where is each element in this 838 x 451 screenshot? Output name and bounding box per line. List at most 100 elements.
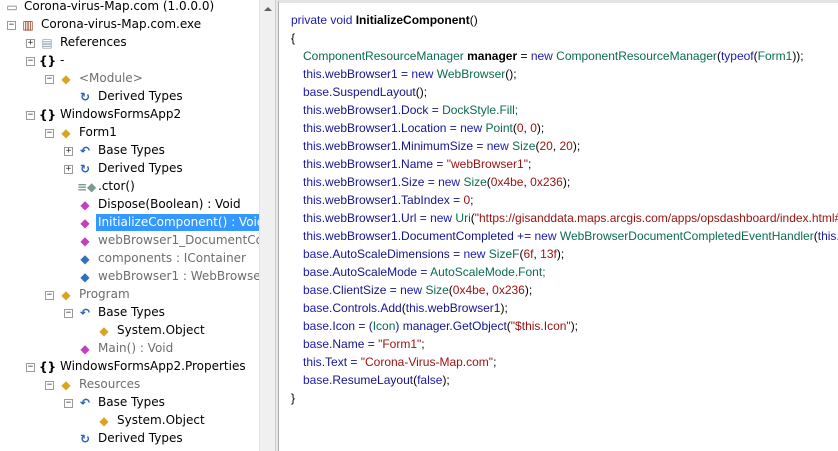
tree-node-label[interactable]: Resources bbox=[77, 376, 142, 393]
tree-node-label[interactable]: InitializeComponent() : Void bbox=[96, 214, 260, 231]
code-token: this bbox=[303, 103, 322, 117]
tree-node-label[interactable]: Corona-virus-Map.com.exe bbox=[39, 16, 203, 33]
tree-node-label[interactable]: Form1 bbox=[77, 124, 119, 141]
tree-node[interactable]: − ◆ Form1 bbox=[0, 124, 260, 142]
code-token: 20 bbox=[559, 139, 573, 153]
tree-node[interactable]: ◆ Dispose(Boolean) : Void bbox=[0, 196, 260, 214]
tree-node-label[interactable]: Program bbox=[77, 286, 132, 303]
code-token: .Font; bbox=[514, 265, 546, 279]
tree-node[interactable]: ◆ System.Object bbox=[0, 322, 260, 340]
tree-node[interactable]: −{} WindowsFormsApp2 bbox=[0, 106, 260, 124]
tree-node[interactable]: −{} WindowsFormsApp2.Properties bbox=[0, 358, 260, 376]
code-token: ; bbox=[470, 193, 474, 207]
tree-node[interactable]: − ◆ Resources bbox=[0, 376, 260, 394]
code-token: 6f bbox=[523, 247, 534, 261]
tree-node[interactable]: − ↶ Base Types bbox=[0, 394, 260, 412]
collapse-icon[interactable]: − bbox=[45, 129, 54, 138]
collapse-icon[interactable]: − bbox=[26, 111, 35, 120]
collapse-icon[interactable]: − bbox=[45, 75, 54, 84]
collapse-icon[interactable]: − bbox=[64, 399, 73, 408]
tree-node-label[interactable]: System.Object bbox=[115, 412, 207, 429]
base-types-icon: ↶ bbox=[79, 144, 91, 158]
code-token: Form1 bbox=[757, 49, 793, 63]
tree-node-label[interactable]: Base Types bbox=[96, 142, 167, 159]
tree-node[interactable]: ◆ components : IContainer bbox=[0, 250, 260, 268]
collapse-icon[interactable]: − bbox=[64, 309, 73, 318]
tree-node[interactable]: ◆ webBrowser1_DocumentCom bbox=[0, 232, 260, 250]
tree-node-label[interactable]: .ctor() bbox=[96, 178, 137, 195]
code-token: "Corona-Virus-Map.com" bbox=[360, 355, 494, 369]
code-token: ; bbox=[527, 157, 532, 171]
code-token: this bbox=[303, 157, 322, 171]
collapse-icon[interactable]: − bbox=[7, 21, 16, 30]
tree-node[interactable]: ≡◆ .ctor() bbox=[0, 178, 260, 196]
tree-node-label[interactable]: Derived Types bbox=[96, 430, 185, 447]
decompiled-code-view: private void InitializeComponent() {Compo… bbox=[278, 0, 838, 451]
tree-node-label[interactable]: WindowsFormsApp2.Properties bbox=[58, 358, 248, 375]
code-token: ); bbox=[562, 175, 571, 189]
tree-node-label[interactable]: WindowsFormsApp2 bbox=[58, 106, 183, 123]
tree-node-label[interactable]: <Module> bbox=[77, 70, 145, 87]
tree-node-label[interactable]: References bbox=[58, 34, 129, 51]
collapse-icon[interactable]: − bbox=[45, 381, 54, 390]
tree-node[interactable]: + ▤ References bbox=[0, 34, 260, 52]
tree-node-label[interactable]: webBrowser1 : WebBrowser bbox=[96, 268, 260, 285]
tree-node[interactable]: − ↶ Base Types bbox=[0, 304, 260, 322]
code-token: base bbox=[303, 265, 330, 279]
tree-node[interactable]: ▭ Corona-virus-Map.com (1.0.0.0) bbox=[0, 0, 260, 16]
collapse-icon[interactable]: − bbox=[26, 363, 35, 372]
tree-node-label[interactable]: components : IContainer bbox=[96, 250, 248, 267]
code-token: 0x4be bbox=[452, 283, 486, 297]
class-icon: ◆ bbox=[61, 72, 71, 86]
code-token: new bbox=[438, 175, 464, 189]
assembly-browser-tree[interactable]: ▭ Corona-virus-Map.com (1.0.0.0) − ▥ Corona-… bbox=[0, 0, 260, 451]
code-token: SizeF bbox=[488, 247, 520, 261]
tree-node[interactable]: + ↻ Derived Types bbox=[0, 160, 260, 178]
tree-node[interactable]: + ↶ Base Types bbox=[0, 142, 260, 160]
tree-node-label[interactable]: System.Object bbox=[115, 322, 207, 339]
class-icon: ◆ bbox=[99, 324, 109, 338]
tree-node-label[interactable]: Derived Types bbox=[96, 88, 185, 105]
tree-node-label[interactable]: Base Types bbox=[96, 304, 167, 321]
expand-icon[interactable]: + bbox=[26, 39, 35, 48]
code-token: .webBrowser1.Name = bbox=[321, 157, 447, 171]
code-token: new bbox=[400, 283, 426, 297]
tree-node[interactable]: ◆ Main() : Void bbox=[0, 340, 260, 358]
scroll-up-arrow-icon[interactable] bbox=[264, 7, 272, 11]
code-line: { bbox=[291, 29, 295, 47]
tree-node[interactable]: − ◆ Program bbox=[0, 286, 260, 304]
tree-node-label[interactable]: Derived Types bbox=[96, 160, 185, 177]
tree-node-label[interactable]: Base Types bbox=[96, 394, 167, 411]
tree-node[interactable]: − ▥ Corona-virus-Map.com.exe bbox=[0, 16, 260, 34]
tree-node[interactable]: − ◆ <Module> bbox=[0, 70, 260, 88]
tree-node-label[interactable]: - bbox=[58, 52, 66, 69]
code-line: base.SuspendLayout(); bbox=[303, 83, 427, 101]
code-token: Uri bbox=[455, 211, 471, 225]
collapse-icon[interactable]: − bbox=[45, 291, 54, 300]
tree-node[interactable]: ↻ Derived Types bbox=[0, 88, 260, 106]
code-token: base bbox=[303, 301, 330, 315]
code-token: .webBrowser1.Dock = bbox=[321, 103, 443, 117]
tree-node-label[interactable]: Corona-virus-Map.com (1.0.0.0) bbox=[22, 0, 216, 15]
tree-node-label[interactable]: webBrowser1_DocumentCom bbox=[96, 232, 260, 249]
namespace-icon: {} bbox=[39, 108, 57, 122]
tree-node[interactable]: ◆ System.Object bbox=[0, 412, 260, 430]
tree-node-label[interactable]: Dispose(Boolean) : Void bbox=[96, 196, 243, 213]
tree-node[interactable]: −{} - bbox=[0, 52, 260, 70]
tree-node[interactable]: ↻ Derived Types bbox=[0, 430, 260, 448]
tree-node-label[interactable]: Main() : Void bbox=[96, 340, 175, 357]
tree-node[interactable]: ◆ InitializeComponent() : Void bbox=[0, 214, 260, 232]
code-token: = bbox=[517, 49, 531, 63]
code-line: ComponentResourceManager manager = new C… bbox=[303, 47, 804, 65]
code-token: .webBrowser1 bbox=[424, 301, 501, 315]
code-line: this.webBrowser1.MinimumSize = new Size(… bbox=[303, 137, 580, 155]
tree-scrollbar[interactable] bbox=[259, 0, 276, 451]
code-token: base bbox=[303, 85, 330, 99]
tree-node[interactable]: ◆ webBrowser1 : WebBrowser bbox=[0, 268, 260, 286]
expand-icon[interactable]: + bbox=[64, 147, 73, 156]
code-token: .Fill; bbox=[496, 103, 519, 117]
private-field-icon: ◆ bbox=[80, 270, 90, 284]
code-token: 0 bbox=[530, 121, 537, 135]
expand-icon[interactable]: + bbox=[64, 165, 73, 174]
collapse-icon[interactable]: − bbox=[26, 57, 35, 66]
